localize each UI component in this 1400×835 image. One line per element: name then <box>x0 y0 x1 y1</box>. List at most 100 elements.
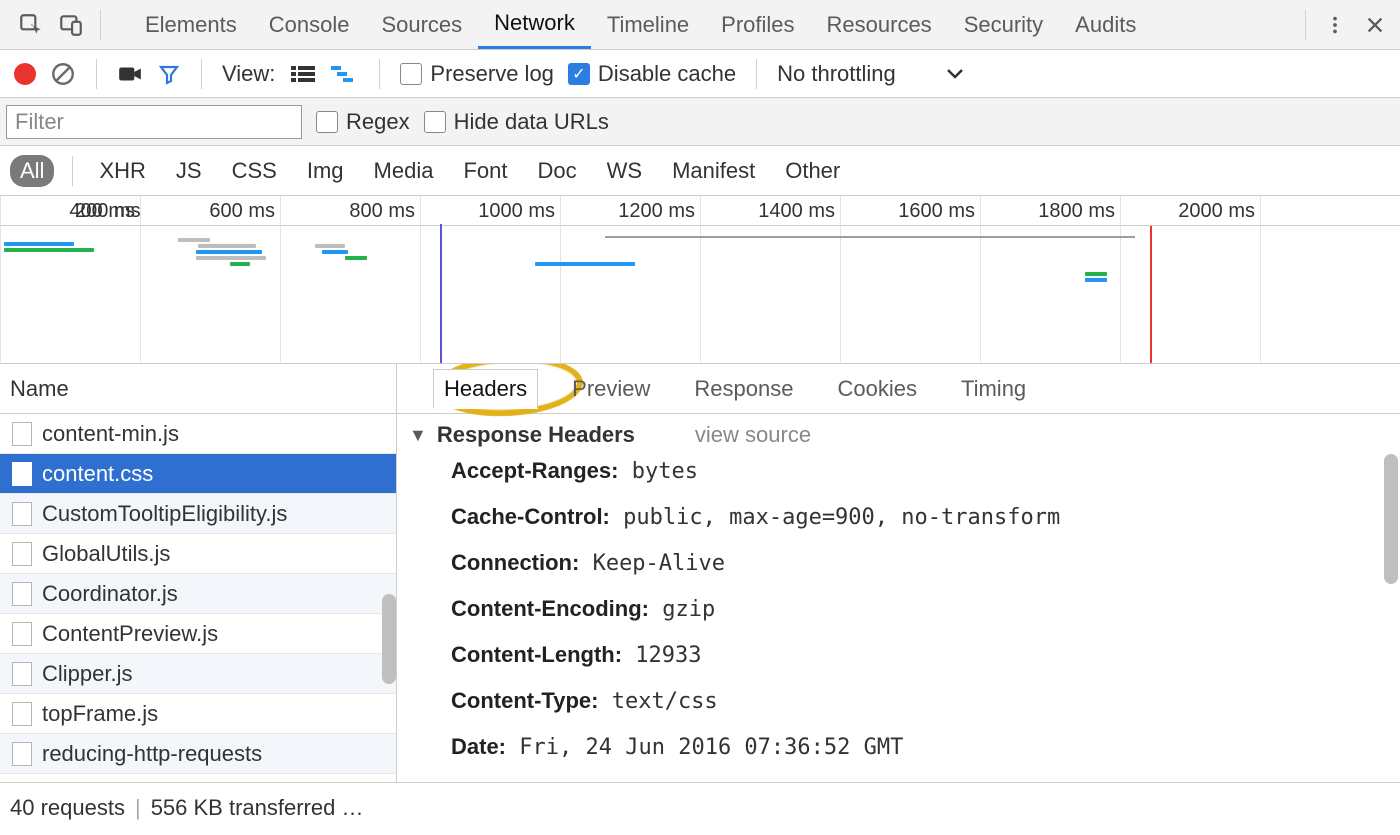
header-key: ETag: <box>451 780 510 782</box>
header-value: public, max-age=900, no-transform <box>610 505 1060 530</box>
request-rows: content-min.js content.css CustomTooltip… <box>0 414 396 774</box>
view-label: View: <box>222 61 275 87</box>
record-button[interactable] <box>14 63 36 85</box>
request-row[interactable]: Coordinator.js <box>0 574 396 614</box>
detail-tab-timing[interactable]: Timing <box>951 370 1036 408</box>
waterfall-playhead[interactable] <box>440 224 442 363</box>
waterfall-overview[interactable]: 200 ms 400 ms 600 ms 800 ms 1000 ms 1200… <box>0 196 1400 364</box>
detail-tab-response[interactable]: Response <box>684 370 803 408</box>
tick-label: 600 ms <box>209 200 275 223</box>
tab-console[interactable]: Console <box>253 0 366 49</box>
type-manifest[interactable]: Manifest <box>664 158 763 184</box>
request-row[interactable]: topFrame.js <box>0 694 396 734</box>
section-title: Response Headers <box>437 422 635 448</box>
waterfall-bar <box>535 262 635 266</box>
summary-requests: 40 requests <box>10 795 125 821</box>
preserve-log-checkbox[interactable]: Preserve log <box>400 61 554 87</box>
header-key: Content-Encoding: <box>451 596 649 621</box>
close-icon[interactable] <box>1358 8 1392 42</box>
divider <box>72 156 73 186</box>
tab-audits[interactable]: Audits <box>1059 0 1152 49</box>
request-list: Name content-min.js content.css CustomTo… <box>0 364 397 782</box>
tick-label: 1000 ms <box>478 200 555 223</box>
detail-tab-headers[interactable]: Headers <box>433 369 538 409</box>
detail-tab-preview[interactable]: Preview <box>562 370 660 408</box>
request-row[interactable]: CustomTooltipEligibility.js <box>0 494 396 534</box>
header-value: Fri, 24 Jun 2016 07:36:52 GMT <box>506 735 903 760</box>
kebab-menu-icon[interactable] <box>1318 8 1352 42</box>
type-all[interactable]: All <box>10 155 54 187</box>
hide-data-urls-checkbox[interactable]: Hide data URLs <box>424 109 609 135</box>
request-row[interactable]: content.css <box>0 454 396 494</box>
name-column-header[interactable]: Name <box>0 364 396 414</box>
type-js[interactable]: JS <box>168 158 210 184</box>
waterfall-bar <box>345 256 367 260</box>
detail-body: ▼ Response Headers view source Accept-Ra… <box>397 414 1400 782</box>
camera-icon[interactable] <box>117 64 143 84</box>
header-line: Content-Length: 12933 <box>409 632 1388 678</box>
header-line: Date: Fri, 24 Jun 2016 07:36:52 GMT <box>409 724 1388 770</box>
type-doc[interactable]: Doc <box>529 158 584 184</box>
type-filter-bar: All XHR JS CSS Img Media Font Doc WS Man… <box>0 146 1400 196</box>
tab-resources[interactable]: Resources <box>811 0 948 49</box>
preserve-log-label: Preserve log <box>430 61 554 87</box>
view-waterfall-icon[interactable] <box>331 60 359 88</box>
request-row[interactable]: GlobalUtils.js <box>0 534 396 574</box>
request-row[interactable]: ContentPreview.js <box>0 614 396 654</box>
type-ws[interactable]: WS <box>599 158 650 184</box>
waterfall-load-line <box>1150 226 1152 363</box>
header-value: Keep-Alive <box>579 551 725 576</box>
hide-data-urls-label: Hide data URLs <box>454 109 609 135</box>
header-value: 12933 <box>622 643 701 668</box>
type-media[interactable]: Media <box>366 158 442 184</box>
type-css[interactable]: CSS <box>224 158 285 184</box>
tick-label: 1600 ms <box>898 200 975 223</box>
regex-checkbox[interactable]: Regex <box>316 109 410 135</box>
response-headers-section[interactable]: ▼ Response Headers view source <box>409 422 1388 448</box>
header-key: Accept-Ranges: <box>451 458 618 483</box>
filter-bar: Regex Hide data URLs <box>0 98 1400 146</box>
header-key: Cache-Control: <box>451 504 610 529</box>
tab-sources[interactable]: Sources <box>365 0 478 49</box>
view-source-link[interactable]: view source <box>695 422 811 448</box>
type-xhr[interactable]: XHR <box>91 158 153 184</box>
waterfall-bar <box>605 236 1135 238</box>
tick-label: 400 ms <box>69 200 135 223</box>
disable-cache-checkbox[interactable]: ✓ Disable cache <box>568 61 736 87</box>
type-font[interactable]: Font <box>455 158 515 184</box>
tab-security[interactable]: Security <box>948 0 1059 49</box>
tick-label: 2000 ms <box>1178 200 1255 223</box>
scrollbar-thumb[interactable] <box>382 594 396 684</box>
filter-funnel-icon[interactable] <box>157 62 181 86</box>
tab-elements[interactable]: Elements <box>129 0 253 49</box>
header-key: Content-Length: <box>451 642 622 667</box>
header-line: Cache-Control: public, max-age=900, no-t… <box>409 494 1388 540</box>
throttling-dropdown[interactable]: No throttling <box>777 61 964 87</box>
tab-network[interactable]: Network <box>478 0 591 49</box>
device-toggle-icon[interactable] <box>54 8 88 42</box>
chevron-down-icon <box>946 68 964 80</box>
divider <box>201 59 202 89</box>
header-key: Content-Type: <box>451 688 598 713</box>
clear-icon[interactable] <box>50 61 76 87</box>
filter-input[interactable] <box>6 105 302 139</box>
type-img[interactable]: Img <box>299 158 352 184</box>
inspect-icon[interactable] <box>14 8 48 42</box>
waterfall-bar <box>1085 272 1107 276</box>
type-other[interactable]: Other <box>777 158 848 184</box>
devtools-tab-bar: Elements Console Sources Network Timelin… <box>0 0 1400 50</box>
waterfall-bar <box>230 262 250 266</box>
request-row[interactable]: Clipper.js <box>0 654 396 694</box>
disclosure-triangle-icon[interactable]: ▼ <box>409 425 427 446</box>
waterfall-bar <box>4 242 74 246</box>
request-row[interactable]: content-min.js <box>0 414 396 454</box>
divider <box>379 59 380 89</box>
detail-tab-cookies[interactable]: Cookies <box>827 370 926 408</box>
view-list-icon[interactable] <box>289 60 317 88</box>
file-name: Clipper.js <box>42 661 132 687</box>
tab-timeline[interactable]: Timeline <box>591 0 705 49</box>
scrollbar-thumb[interactable] <box>1384 454 1398 584</box>
request-row[interactable]: reducing-http-requests <box>0 734 396 774</box>
file-name: Coordinator.js <box>42 581 178 607</box>
tab-profiles[interactable]: Profiles <box>705 0 810 49</box>
